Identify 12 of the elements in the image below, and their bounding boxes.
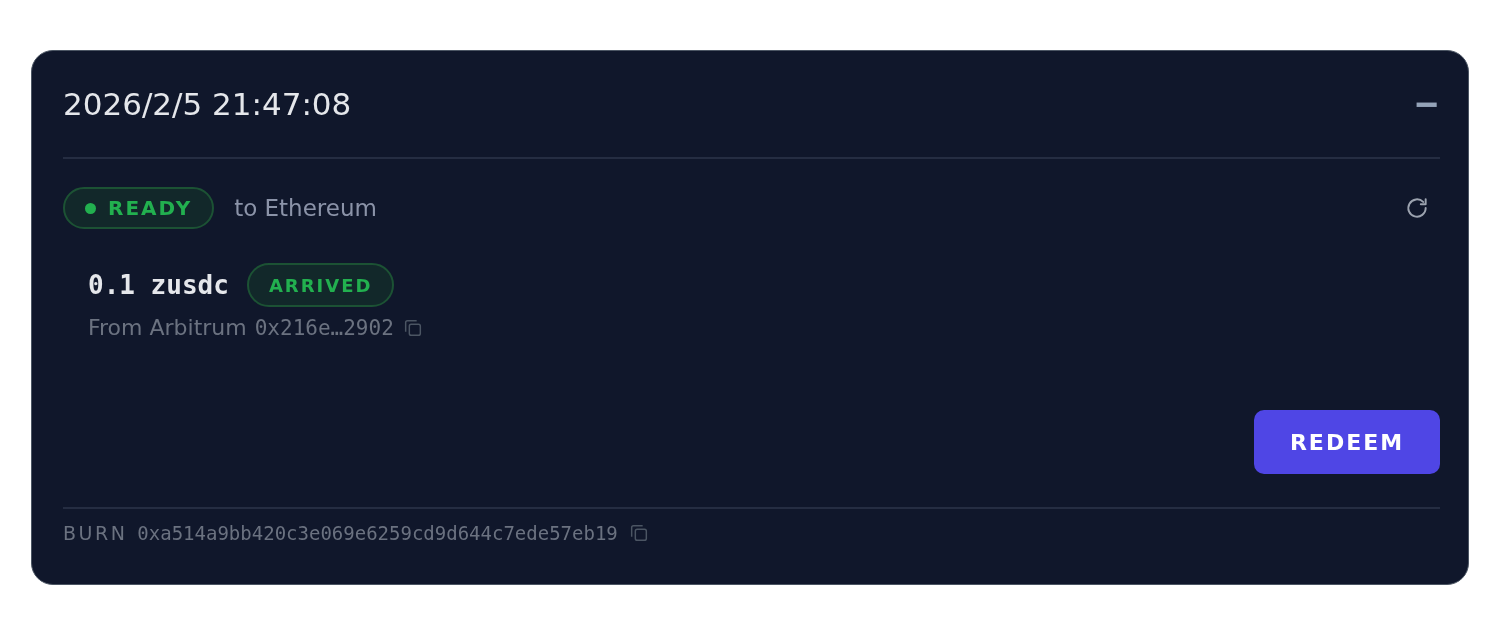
burn-hash-text: 0xa514a9bb420c3e069e6259cd9d644c7ede57eb19 <box>137 522 618 544</box>
burn-label: BURN <box>63 522 128 544</box>
source-text: From Arbitrum <box>88 315 247 340</box>
timestamp-title: 2026/2/5 21:47:08 <box>63 86 352 122</box>
address-text: 0x216e…2902 <box>254 315 394 340</box>
arrived-badge: ARRIVED <box>246 263 395 307</box>
refresh-icon[interactable] <box>1404 195 1430 221</box>
destination-text: to Ethereum <box>234 195 377 221</box>
redeem-button[interactable]: REDEEM <box>1254 410 1440 474</box>
status-badge: READY <box>63 187 215 229</box>
collapse-button[interactable]: − <box>1414 84 1438 124</box>
amount-text: 0.1 zusdc <box>88 270 229 300</box>
